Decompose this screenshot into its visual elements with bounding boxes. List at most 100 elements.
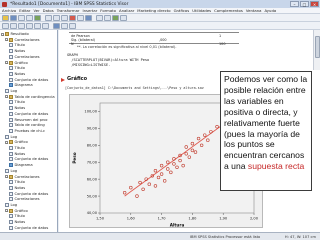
preview-icon[interactable]	[26, 14, 33, 21]
document-icon	[9, 180, 13, 185]
outline-item-label: Título	[14, 66, 25, 71]
window-controls: – □ ×	[290, 1, 319, 7]
dimensions-status: H: 47, W: 107 cm	[284, 235, 316, 239]
find-icon[interactable]	[96, 14, 103, 21]
menu-transformar[interactable]: Transformar	[57, 8, 80, 13]
book-icon	[9, 208, 13, 213]
collapse-toggle-icon[interactable]: −	[5, 95, 9, 99]
plus-icon[interactable]	[18, 22, 25, 29]
menu-ver[interactable]: Ver	[33, 8, 39, 13]
outline-item-label: Título	[14, 146, 25, 150]
collapse-toggle-icon[interactable]: −	[1, 32, 5, 36]
recall-dialog-icon[interactable]	[45, 14, 52, 21]
collapse-toggle-icon[interactable]: −	[5, 61, 9, 65]
goto-case-icon[interactable]	[77, 14, 84, 21]
vertical-scrollbar[interactable]	[313, 30, 320, 70]
outline-item-label: Tabla de contingencia	[14, 94, 55, 99]
insert-title-icon[interactable]	[61, 22, 68, 29]
outline-item-label: Correlaciones	[14, 174, 40, 179]
outline-item-label: Conjunto de datos	[14, 157, 49, 162]
outline-item-label: Título	[14, 43, 25, 48]
show-all-icon[interactable]	[112, 14, 119, 21]
document-icon	[9, 66, 13, 71]
menu-formato[interactable]: Formato	[100, 8, 116, 13]
menu-graficos[interactable]: Gráficos	[174, 8, 190, 13]
outline-item-label: Resumen del proc	[14, 117, 48, 122]
minimize-button[interactable]: –	[290, 1, 299, 7]
collapse-toggle-icon[interactable]: −	[5, 209, 9, 213]
document-icon	[9, 128, 13, 133]
chart-icon	[9, 83, 13, 88]
save-icon[interactable]	[10, 14, 17, 21]
outline-item-label: Correlaciones	[14, 37, 40, 42]
book-icon	[5, 32, 9, 36]
show-icon[interactable]	[34, 22, 41, 29]
outline-item-label: Título	[14, 100, 25, 105]
collapse-toggle-icon[interactable]: −	[5, 175, 9, 179]
table-row-label: N	[71, 42, 74, 46]
menu-editar[interactable]: Editar	[19, 8, 30, 13]
maximize-button[interactable]: □	[300, 1, 309, 7]
table-cell: ,000	[159, 38, 167, 42]
x-tick-label: 1,70	[158, 217, 167, 221]
table-cell: 100	[219, 42, 226, 46]
close-button[interactable]: ×	[310, 1, 319, 7]
menu-marketing[interactable]: Marketing directo	[137, 8, 170, 13]
outline-pane[interactable]: − Resultado − Correlaciones Título Notas Corre…	[0, 30, 58, 232]
outline-item[interactable]: Conjunto de datos	[9, 225, 48, 231]
document-icon	[9, 77, 13, 82]
goto-data-icon[interactable]	[69, 14, 76, 21]
document-icon	[5, 134, 9, 139]
insert-heading-icon[interactable]	[53, 22, 60, 29]
outline-item-label: Pruebas de chi-c	[14, 128, 46, 133]
y-tick-label: 50,00	[87, 194, 98, 198]
outline-item-label: Título	[14, 180, 25, 185]
arrow-right-icon[interactable]	[10, 22, 17, 29]
x-axis-label: Altura	[170, 223, 185, 228]
collapse-toggle-icon[interactable]: −	[5, 38, 9, 42]
menu-ayuda[interactable]: Ayuda	[264, 8, 276, 13]
redo-icon[interactable]	[61, 14, 68, 21]
document-icon	[9, 111, 13, 116]
hide-icon[interactable]	[42, 22, 49, 29]
print-icon[interactable]	[18, 14, 25, 21]
open-icon[interactable]	[2, 14, 9, 21]
arrow-left-icon[interactable]	[2, 22, 9, 29]
insert-text-icon[interactable]	[69, 22, 76, 29]
export-icon[interactable]	[34, 14, 41, 21]
menu-analizar[interactable]: Analizar	[119, 8, 134, 13]
select-icon[interactable]	[104, 14, 111, 21]
menu-archivo[interactable]: Archivo	[2, 8, 16, 13]
document-icon	[9, 220, 13, 225]
outline-item-label: Notas	[14, 106, 26, 111]
variables-icon[interactable]	[85, 14, 92, 21]
minus-icon[interactable]	[26, 22, 33, 29]
menu-complementos[interactable]: Complementos	[214, 8, 243, 13]
menu-ventana[interactable]: Ventana	[246, 8, 262, 13]
outline-item-label: Notas	[14, 71, 26, 76]
collapse-toggle-icon[interactable]: −	[5, 140, 9, 144]
menu-datos[interactable]: Datos	[43, 8, 54, 13]
document-icon	[9, 146, 13, 150]
outline-item-label: Notas	[14, 49, 26, 54]
outline-item-label: Log	[10, 203, 18, 207]
undo-icon[interactable]	[53, 14, 60, 21]
menu-insertar[interactable]: Insertar	[82, 8, 97, 13]
document-icon	[9, 43, 13, 48]
document-icon	[9, 225, 13, 230]
outline-item-label: Resultado	[10, 32, 29, 36]
book-icon	[9, 60, 13, 65]
menu-utilidades[interactable]: Utilidades	[192, 8, 211, 13]
scrollbar-thumb[interactable]	[315, 36, 320, 58]
x-tick-label: 1,90	[219, 217, 228, 221]
document-icon	[9, 106, 13, 111]
outline-toolbar	[0, 22, 320, 30]
document-icon	[5, 168, 9, 173]
dataset-line: [Conjunto_de_datos1] C:\Documents and Se…	[65, 86, 204, 90]
document-icon	[9, 100, 13, 105]
table-footnote: **. La correlación es significativa al n…	[77, 45, 177, 49]
outline-item-label: Tabla de conting	[14, 123, 45, 128]
spell-icon[interactable]	[120, 14, 127, 21]
x-tick-label: 1,80	[188, 217, 197, 221]
outline-item-label: Gráfico	[14, 60, 28, 65]
